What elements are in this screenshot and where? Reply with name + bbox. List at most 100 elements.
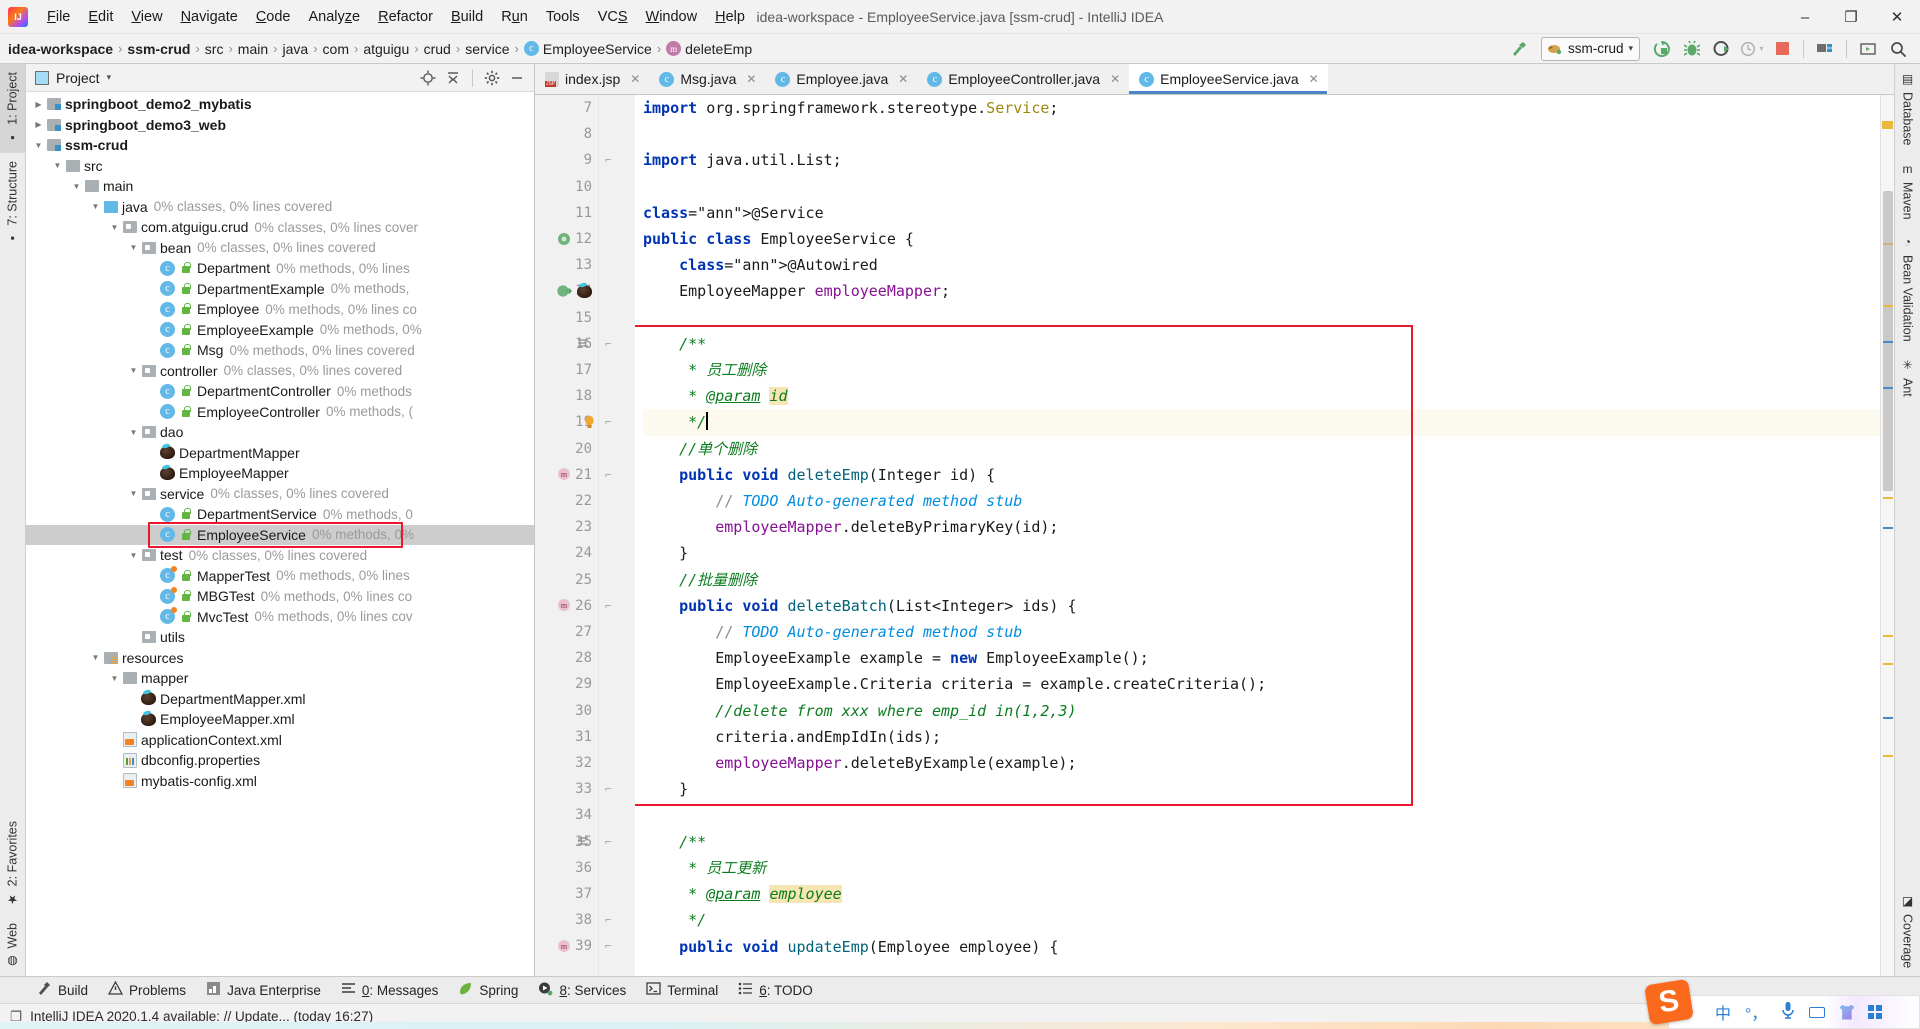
code-line[interactable]: employeeMapper.deleteByPrimaryKey(id); xyxy=(643,514,1880,540)
breadcrumb-item-service[interactable]: service xyxy=(465,41,509,57)
tree-item-msg[interactable]: c Msg 0% methods, 0% lines covered xyxy=(26,340,534,361)
code-fold-marker[interactable]: ⌐ xyxy=(605,933,611,959)
code-line[interactable] xyxy=(643,174,1880,200)
menu-help[interactable]: Help xyxy=(706,6,754,28)
breadcrumb-item-java[interactable]: java xyxy=(283,41,309,57)
code-line[interactable]: public void deleteBatch(List<Integer> id… xyxy=(643,593,1880,619)
menu-file[interactable]: File xyxy=(38,6,79,28)
tree-item-department[interactable]: c Department 0% methods, 0% lines xyxy=(26,258,534,279)
sogou-logo-icon[interactable] xyxy=(1644,978,1694,1026)
code-line[interactable]: */ xyxy=(643,907,1880,933)
ime-toolbox-icon[interactable] xyxy=(1868,1005,1883,1019)
run-button[interactable] xyxy=(1648,37,1676,61)
code-line[interactable]: import java.util.List; xyxy=(643,147,1880,173)
editor-tab-index-jsp[interactable]: index.jsp ✕ xyxy=(535,64,649,94)
code-line[interactable]: } xyxy=(643,540,1880,566)
debug-button[interactable] xyxy=(1678,37,1706,61)
method-override-gutter-icon[interactable]: m xyxy=(557,593,572,619)
sidebar-item-database[interactable]: ▤ Database xyxy=(1895,64,1920,154)
code-line[interactable]: //delete from xxx where emp_id in(1,2,3) xyxy=(643,698,1880,724)
close-icon[interactable]: ✕ xyxy=(1110,72,1120,86)
code-line[interactable]: /** xyxy=(643,829,1880,855)
editor-tab-bar[interactable]: index.jsp ✕ c Msg.java ✕ c Employee.java ✕ c Empl… xyxy=(535,64,1894,95)
gear-icon[interactable] xyxy=(481,67,503,89)
code-line[interactable]: criteria.andEmpIdIn(ids); xyxy=(643,724,1880,750)
tree-expander[interactable]: ▶ xyxy=(32,120,45,129)
maximize-button[interactable]: ❐ xyxy=(1828,0,1874,34)
code-fold-marker[interactable]: ⌐ xyxy=(605,776,611,802)
tree-item-departmentmapper-xml[interactable]: DepartmentMapper.xml xyxy=(26,689,534,710)
run-configuration-selector[interactable]: ssm-crud ▾ xyxy=(1540,36,1640,61)
tree-item-dbconfig-properties[interactable]: dbconfig.properties xyxy=(26,750,534,771)
editor-tab-msg-java[interactable]: c Msg.java ✕ xyxy=(649,64,765,94)
spring-bean-gutter-icon[interactable] xyxy=(557,226,572,252)
tree-item-mvctest[interactable]: c MvcTest 0% methods, 0% lines cov xyxy=(26,607,534,628)
project-tree[interactable]: ▶ springboot_demo2_mybatis ▶ springboot_dem… xyxy=(26,92,534,976)
sidebar-item-favorites[interactable]: ★ 2: Favorites xyxy=(0,813,25,914)
code-fold-marker[interactable]: ⌐ xyxy=(605,331,611,357)
bottom-tool-spring[interactable]: Spring xyxy=(449,979,527,1001)
sidebar-item-maven[interactable]: m Maven xyxy=(1895,154,1920,228)
sidebar-item-project[interactable]: ▪ 1: Project xyxy=(0,64,25,153)
ime-punctuation-toggle[interactable]: °， xyxy=(1745,1000,1767,1024)
tree-expander[interactable]: ▼ xyxy=(108,674,121,683)
editor-tab-employeeservice-java[interactable]: c EmployeeService.java ✕ xyxy=(1129,64,1328,94)
menu-analyze[interactable]: Analyze xyxy=(300,6,370,28)
code-line[interactable]: } xyxy=(643,776,1880,802)
menu-refactor[interactable]: Refactor xyxy=(369,6,442,28)
editor-tab-employeecontroller-java[interactable]: c EmployeeController.java ✕ xyxy=(917,64,1129,94)
tree-expander[interactable]: ▶ xyxy=(32,100,45,109)
collapse-all-icon[interactable] xyxy=(442,67,464,89)
code-line[interactable]: import org.springframework.stereotype.Se… xyxy=(643,95,1880,121)
method-override-gutter-icon[interactable]: m xyxy=(557,933,572,959)
close-icon[interactable]: ✕ xyxy=(898,72,908,86)
code-line[interactable]: // TODO Auto-generated method stub xyxy=(643,619,1880,645)
tree-item-main[interactable]: ▼ main xyxy=(26,176,534,197)
bottom-tool-java-enterprise[interactable]: Java Enterprise xyxy=(197,979,330,1001)
sidebar-item-coverage[interactable]: ◪ Coverage xyxy=(1895,886,1920,976)
code-fold-marker[interactable]: ⌐ xyxy=(605,147,611,173)
profiler-button[interactable]: ▾ xyxy=(1738,37,1766,61)
tree-item-dao[interactable]: ▼ dao xyxy=(26,422,534,443)
menu-window[interactable]: Window xyxy=(637,6,707,28)
code-line[interactable]: //批量删除 xyxy=(643,567,1880,593)
method-override-gutter-icon[interactable]: m xyxy=(557,462,572,488)
code-line[interactable]: * @param employee xyxy=(643,881,1880,907)
code-line[interactable]: /** xyxy=(643,331,1880,357)
code-line[interactable]: public void updateEmp(Employee employee)… xyxy=(643,934,1880,960)
editor-marker-bar[interactable] xyxy=(1880,95,1894,976)
bottom-tool-8-services[interactable]: 8: Services xyxy=(529,979,635,1001)
tree-item-employeemapper-xml[interactable]: EmployeeMapper.xml xyxy=(26,709,534,730)
sidebar-item-web[interactable]: ◍ Web xyxy=(0,915,25,976)
editor-tab-employee-java[interactable]: c Employee.java ✕ xyxy=(765,64,917,94)
tree-item-java[interactable]: ▼ java 0% classes, 0% lines covered xyxy=(26,197,534,218)
tree-expander[interactable]: ▼ xyxy=(108,223,121,232)
build-project-button[interactable] xyxy=(1505,37,1533,61)
close-icon[interactable]: ✕ xyxy=(746,72,756,86)
tree-item-departmentexample[interactable]: c DepartmentExample 0% methods, xyxy=(26,279,534,300)
tree-expander[interactable]: ▼ xyxy=(127,366,140,375)
code-line[interactable]: * @param id xyxy=(643,383,1880,409)
source-code[interactable]: import org.springframework.stereotype.Se… xyxy=(635,95,1880,960)
tree-item-departmentservice[interactable]: c DepartmentService 0% methods, 0 xyxy=(26,504,534,525)
bottom-tool-terminal[interactable]: Terminal xyxy=(637,979,727,1001)
code-line[interactable] xyxy=(643,305,1880,331)
ime-keyboard-icon[interactable] xyxy=(1809,1006,1826,1018)
tree-item-applicationcontext-xml[interactable]: applicationContext.xml xyxy=(26,730,534,751)
close-button[interactable]: ✕ xyxy=(1874,0,1920,34)
breadcrumb-item-main[interactable]: main xyxy=(238,41,268,57)
breadcrumb-item-employeeservice[interactable]: c EmployeeService xyxy=(523,41,652,57)
bottom-tool-problems[interactable]: Problems xyxy=(99,979,195,1001)
tree-item-mapper[interactable]: ▼ mapper xyxy=(26,668,534,689)
tree-item-mappertest[interactable]: c MapperTest 0% methods, 0% lines xyxy=(26,566,534,587)
tree-item-service[interactable]: ▼ service 0% classes, 0% lines covered xyxy=(26,484,534,505)
sidebar-item-bean-validation[interactable]: ◔ Bean Validation xyxy=(1895,227,1920,350)
tree-item-test[interactable]: ▼ test 0% classes, 0% lines covered xyxy=(26,545,534,566)
tree-expander[interactable]: ▼ xyxy=(70,182,83,191)
ime-skin-icon[interactable] xyxy=(1839,1004,1855,1020)
menu-tools[interactable]: Tools xyxy=(537,6,589,28)
tree-item-ssm-crud[interactable]: ▼ ssm-crud xyxy=(26,135,534,156)
close-icon[interactable]: ✕ xyxy=(1309,72,1319,86)
tree-item-src[interactable]: ▼ src xyxy=(26,156,534,177)
tree-item-departmentmapper[interactable]: DepartmentMapper xyxy=(26,443,534,464)
